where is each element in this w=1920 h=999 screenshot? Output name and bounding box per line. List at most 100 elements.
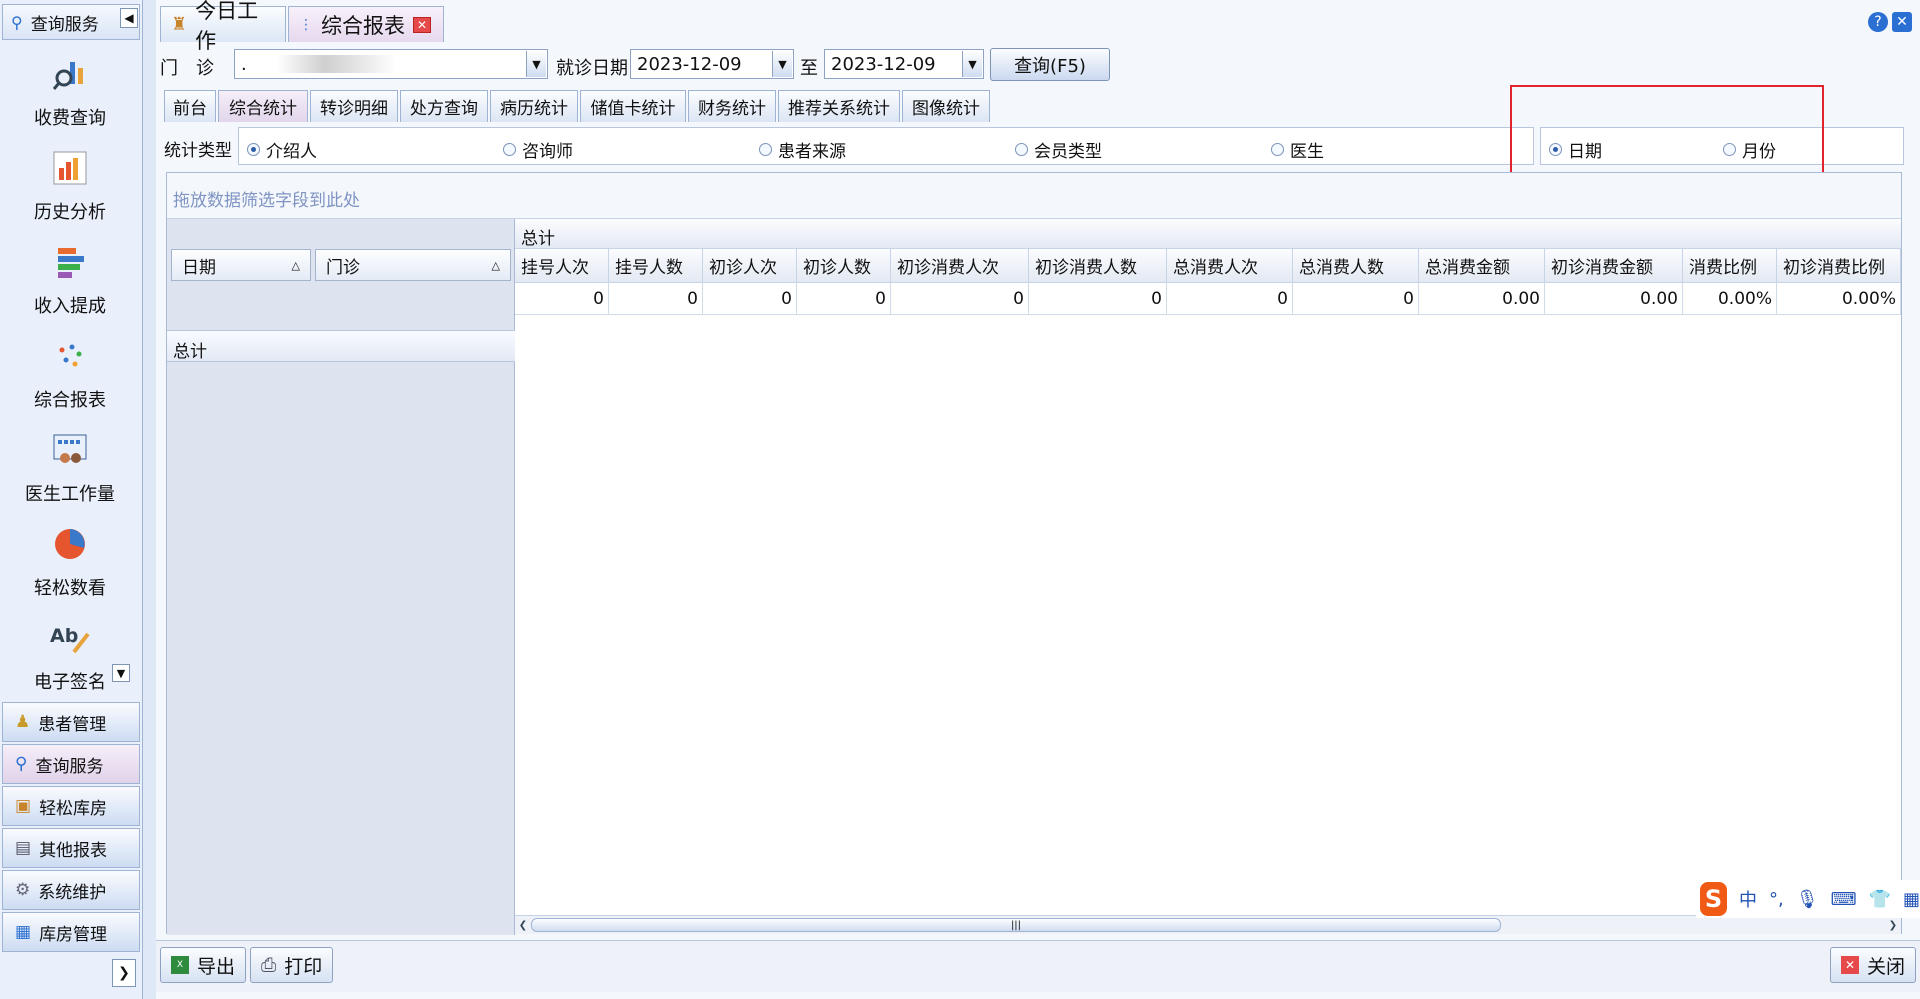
column-header[interactable]: 挂号人数: [609, 249, 703, 283]
radio-dot: [1015, 143, 1028, 156]
search-chart-icon: [50, 54, 90, 94]
radio-patient-source[interactable]: 患者来源: [759, 137, 846, 162]
tab-today-work[interactable]: ♜ 今日工作: [160, 0, 286, 53]
column-header[interactable]: 挂号人次: [515, 249, 609, 283]
keyboard-icon[interactable]: ⌨: [1831, 889, 1857, 910]
sidebar-item-income-commission[interactable]: 收入提成: [0, 232, 140, 324]
scroll-left-icon[interactable]: ❮: [516, 918, 530, 932]
sidebar-group-easy-storage[interactable]: ▣ 轻松库房: [2, 786, 140, 826]
query-button[interactable]: 查询(F5): [990, 48, 1110, 81]
sogou-logo-icon[interactable]: S: [1700, 882, 1727, 916]
collapse-sidebar-button[interactable]: ◀: [120, 8, 138, 28]
close-icon[interactable]: ✕: [1892, 12, 1912, 32]
microphone-icon[interactable]: 🎙: [1796, 889, 1819, 910]
column-header[interactable]: 初诊人次: [703, 249, 797, 283]
magnifier-icon: ⚲: [15, 754, 28, 774]
help-icon[interactable]: ?: [1868, 12, 1888, 32]
sort-asc-icon: △: [291, 258, 300, 272]
pie-chart-icon: [50, 524, 90, 564]
ime-punct-toggle[interactable]: °,: [1769, 889, 1784, 910]
horizontal-scrollbar[interactable]: ❮ ||| ❯: [515, 915, 1901, 934]
sidebar-group-warehouse[interactable]: ▦ 库房管理: [2, 912, 140, 952]
sidebar-item-e-signature[interactable]: Ab 电子签名: [0, 608, 140, 700]
filter-drop-area[interactable]: 拖放数据筛选字段到此处: [167, 173, 1901, 219]
subtab-front-desk[interactable]: 前台: [164, 90, 216, 122]
subtab-referral-detail[interactable]: 转诊明细: [310, 90, 398, 122]
sidebar-group-other-reports[interactable]: ▤ 其他报表: [2, 828, 140, 868]
radio-dot: [1271, 143, 1284, 156]
subtab-finance-stats[interactable]: 财务统计: [688, 90, 776, 122]
to-label: 至: [800, 58, 818, 79]
sidebar-group-patient[interactable]: ♟ 患者管理: [2, 702, 140, 742]
subtab-recommend-stats[interactable]: 推荐关系统计: [778, 90, 900, 122]
sidebar-item-history-analysis[interactable]: 历史分析: [0, 138, 140, 230]
cell-value: 0: [515, 283, 609, 315]
sidebar-item-charge-query[interactable]: 收费查询: [0, 44, 140, 136]
column-header[interactable]: 初诊消费人数: [1029, 249, 1167, 283]
date-from-picker[interactable]: 2023-12-09 ▼: [630, 49, 794, 79]
ime-lang-toggle[interactable]: 中: [1739, 886, 1757, 912]
column-header[interactable]: 初诊消费人次: [891, 249, 1029, 283]
subtab-composite-stats[interactable]: 综合统计: [218, 90, 308, 122]
close-button[interactable]: ✕ 关闭: [1830, 947, 1917, 983]
chevron-right-icon[interactable]: ❯: [112, 959, 136, 987]
sidebar-group-label: 患者管理: [38, 714, 107, 735]
date-from-value: 2023-12-09: [637, 53, 742, 75]
cell-value: 0: [1029, 283, 1167, 315]
subtab-medical-record-stats[interactable]: 病历统计: [490, 90, 578, 122]
row-field-clinic[interactable]: 门诊 △: [315, 249, 511, 281]
radio-introducer[interactable]: 介绍人: [247, 137, 317, 162]
clinic-select[interactable]: . ▼: [234, 49, 548, 79]
stat-type-group: 介绍人 咨询师 患者来源 会员类型 医生: [238, 127, 1534, 165]
sidebar-group-query[interactable]: ⚲ 查询服务: [2, 744, 140, 784]
column-header[interactable]: 初诊消费比例: [1777, 249, 1901, 283]
sidebar-item-doctor-workload[interactable]: 医生工作量: [0, 420, 140, 512]
column-header[interactable]: 总消费金额: [1419, 249, 1545, 283]
sidebar-item-easy-data[interactable]: 轻松数看: [0, 514, 140, 606]
radio-consultant[interactable]: 咨询师: [503, 137, 573, 162]
subtab-stored-card-stats[interactable]: 储值卡统计: [580, 90, 686, 122]
scrollbar-thumb[interactable]: |||: [531, 918, 1501, 932]
chevron-down-icon[interactable]: ▼: [526, 51, 546, 77]
subtab-image-stats[interactable]: 图像统计: [902, 90, 990, 122]
svg-text:Ab: Ab: [50, 625, 78, 647]
date-to-value: 2023-12-09: [831, 53, 936, 75]
skin-icon[interactable]: 👕: [1869, 889, 1891, 910]
sort-asc-icon: △: [491, 258, 500, 272]
row-field-date[interactable]: 日期 △: [171, 249, 311, 281]
tab-composite-report[interactable]: ⋮ 综合报表 ✕: [288, 6, 444, 42]
column-header[interactable]: 总消费人数: [1293, 249, 1419, 283]
cell-value: 0.00%: [1683, 283, 1777, 315]
grid-icon[interactable]: ▦: [1903, 889, 1920, 910]
chevron-down-icon[interactable]: ▼: [112, 664, 130, 682]
sidebar-item-label: 轻松数看: [34, 578, 106, 599]
subtab-prescription-query[interactable]: 处方查询: [400, 90, 488, 122]
bottom-toolbar: X 导出 ⎙ 打印 ✕ 关闭: [156, 940, 1920, 992]
row-field-label: 日期: [182, 257, 216, 278]
bar-chart-icon: [50, 148, 90, 188]
chevron-down-icon[interactable]: ▼: [962, 51, 982, 77]
column-header[interactable]: 消费比例: [1683, 249, 1777, 283]
sidebar-group-label: 轻松库房: [39, 798, 108, 819]
radio-member-type[interactable]: 会员类型: [1015, 137, 1102, 162]
print-button[interactable]: ⎙ 打印: [250, 947, 334, 983]
column-header[interactable]: 初诊消费金额: [1545, 249, 1683, 283]
radio-doctor[interactable]: 医生: [1271, 137, 1324, 162]
sidebar-group-system[interactable]: ⚙ 系统维护: [2, 870, 140, 910]
close-icon: ✕: [1841, 956, 1859, 974]
scroll-right-icon[interactable]: ❯: [1886, 918, 1900, 932]
box-icon: ▣: [15, 796, 32, 816]
sidebar-item-composite-report[interactable]: 综合报表: [0, 326, 140, 418]
cell-value: 0.00: [1545, 283, 1683, 315]
close-tab-icon[interactable]: ✕: [413, 16, 431, 33]
column-header[interactable]: 总消费人次: [1167, 249, 1293, 283]
export-button[interactable]: X 导出: [160, 947, 247, 983]
cell-value: 0.00%: [1777, 283, 1901, 315]
radio-dot: [503, 143, 516, 156]
sidebar-item-label: 历史分析: [34, 202, 106, 223]
cell-value: 0: [891, 283, 1029, 315]
chevron-down-icon[interactable]: ▼: [772, 51, 792, 77]
column-header[interactable]: 初诊人数: [797, 249, 891, 283]
date-to-picker[interactable]: 2023-12-09 ▼: [824, 49, 984, 79]
sidebar-item-label: 收费查询: [34, 108, 106, 129]
